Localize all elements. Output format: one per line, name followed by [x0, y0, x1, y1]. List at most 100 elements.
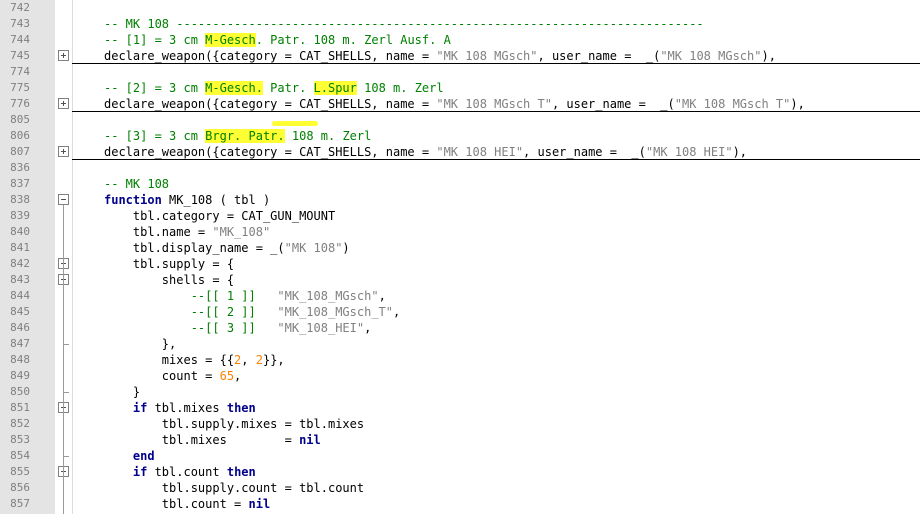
code-line[interactable]: 844 --[[ 1 ]] "MK_108_MGsch", — [0, 288, 920, 304]
code-token: tbl.category = CAT_GUN_MOUNT — [104, 209, 336, 223]
code-token: if — [132, 465, 148, 479]
code-token: "MK_108_MGsch" — [277, 289, 379, 303]
code-line[interactable]: 776 declare_weapon({category = CAT_SHELLS… — [0, 96, 920, 112]
code-token: tbl.count = — [104, 497, 249, 511]
line-number: 775 — [10, 81, 30, 94]
code-token: . Patr. 108 m. Zerl Ausf. A — [255, 33, 451, 47]
code-line[interactable]: 842 tbl.supply = { — [0, 256, 920, 272]
code-line[interactable]: 850 } — [0, 384, 920, 400]
fold-collapse-icon[interactable] — [58, 194, 69, 205]
code-line[interactable]: 848 mixes = {{2, 2}}, — [0, 352, 920, 368]
line-number: 836 — [10, 161, 30, 174]
code-token: ) — [342, 241, 350, 255]
code-editor[interactable]: 742 743 -- MK 108 ------------------------… — [0, 0, 920, 514]
code-token: , — [393, 305, 401, 319]
code-line[interactable]: 837 -- MK 108 — [0, 176, 920, 192]
fold-guide-line — [63, 205, 64, 514]
code-token: "MK 108 HEI" — [436, 145, 524, 159]
line-number: 848 — [10, 353, 30, 366]
code-text: tbl.count = nil — [104, 496, 270, 512]
code-line[interactable]: 805 — [0, 112, 920, 128]
line-number: 855 — [10, 465, 30, 478]
code-text: declare_weapon({category = CAT_SHELLS, n… — [104, 144, 747, 160]
code-line[interactable]: 854 end — [0, 448, 920, 464]
code-line[interactable]: 852 tbl.supply.mixes = tbl.mixes — [0, 416, 920, 432]
code-token: tbl.mixes = — [104, 433, 300, 447]
code-line[interactable]: 857 tbl.count = nil — [0, 496, 920, 512]
code-text: mixes = {{2, 2}}, — [104, 352, 285, 368]
code-line[interactable]: 847 }, — [0, 336, 920, 352]
fold-expand-icon[interactable] — [58, 146, 69, 157]
line-number: 807 — [10, 145, 30, 158]
fold-expand-icon[interactable] — [58, 50, 69, 61]
code-token: tbl.mixes — [147, 401, 227, 415]
code-line[interactable]: 742 — [0, 0, 920, 16]
code-line[interactable]: 807 declare_weapon({category = CAT_SHELLS… — [0, 144, 920, 160]
code-line[interactable]: 851 if tbl.mixes then — [0, 400, 920, 416]
code-text: --[[ 2 ]] "MK_108_MGsch_T", — [104, 304, 401, 320]
code-token: -- [1] = 3 cm — [104, 33, 206, 47]
code-line[interactable]: 849 count = 65, — [0, 368, 920, 384]
line-number: 843 — [10, 273, 30, 286]
fold-expand-icon[interactable] — [58, 98, 69, 109]
line-number: 857 — [10, 497, 30, 510]
code-line[interactable]: 775 -- [2] = 3 cm M-Gesch. Patr. L.Spur 1… — [0, 80, 920, 96]
code-token: then — [226, 465, 256, 479]
line-number: 743 — [10, 17, 30, 30]
code-line[interactable]: 774 — [0, 64, 920, 80]
code-text: --[[ 1 ]] "MK_108_MGsch", — [104, 288, 386, 304]
line-number: 805 — [10, 113, 30, 126]
code-token: 2 — [255, 353, 263, 367]
code-text: --[[ 3 ]] "MK_108_HEI", — [104, 320, 372, 336]
code-token: "MK_108" — [212, 225, 271, 239]
code-token: "MK_108_HEI" — [277, 321, 365, 335]
code-token: }, — [104, 337, 177, 351]
code-token: tbl.supply.count = tbl.count — [104, 481, 365, 495]
code-token: --[[ 3 ]] — [104, 321, 256, 335]
code-text: function MK_108 ( tbl ) — [104, 192, 270, 208]
code-line[interactable]: 845 --[[ 2 ]] "MK_108_MGsch_T", — [0, 304, 920, 320]
code-line[interactable]: 839 tbl.category = CAT_GUN_MOUNT — [0, 208, 920, 224]
code-token: } — [104, 385, 141, 399]
code-line[interactable]: 806 -- [3] = 3 cm Brgr. Patr. 108 m. Zerl — [0, 128, 920, 144]
code-line[interactable]: 744 -- [1] = 3 cm M-Gesch. Patr. 108 m. Z… — [0, 32, 920, 48]
code-token: "MK 108 MGsch T" — [674, 97, 791, 111]
code-token: nil — [299, 433, 321, 447]
code-text: tbl.supply.count = tbl.count — [104, 480, 364, 496]
code-text: count = 65, — [104, 368, 241, 384]
code-token: 65 — [219, 369, 235, 383]
line-number: 851 — [10, 401, 30, 414]
code-token: , user_name = _( — [523, 145, 646, 159]
code-text: }, — [104, 336, 176, 352]
code-line[interactable]: 853 tbl.mixes = nil — [0, 432, 920, 448]
code-text: if tbl.mixes then — [104, 400, 256, 416]
code-token: "MK 108 MGsch T" — [436, 97, 552, 111]
code-token: "MK_108_MGsch_T" — [277, 305, 393, 319]
code-line[interactable]: 856 tbl.supply.count = tbl.count — [0, 480, 920, 496]
code-token: -- MK 108 ------------------------------… — [104, 17, 704, 31]
code-line[interactable]: 843 shells = { — [0, 272, 920, 288]
code-line[interactable]: 855 if tbl.count then — [0, 464, 920, 480]
code-line[interactable]: 836 — [0, 160, 920, 176]
code-line[interactable]: 743 -- MK 108 ---------------------------… — [0, 16, 920, 32]
line-number: 847 — [10, 337, 30, 350]
code-line[interactable]: 840 tbl.name = "MK_108" — [0, 224, 920, 240]
code-token: Brgr. Patr. — [205, 129, 285, 143]
line-number: 852 — [10, 417, 30, 430]
code-line[interactable]: 846 --[[ 3 ]] "MK_108_HEI", — [0, 320, 920, 336]
fold-end-mark — [63, 456, 69, 457]
code-line[interactable]: 745 declare_weapon({category = CAT_SHELLS… — [0, 48, 920, 64]
code-token: tbl.count — [147, 465, 227, 479]
code-line[interactable]: 841 tbl.display_name = _("MK 108") — [0, 240, 920, 256]
code-token: function — [104, 193, 162, 207]
code-text: tbl.display_name = _("MK 108") — [104, 240, 350, 256]
line-number: 849 — [10, 369, 30, 382]
code-token: count = — [104, 369, 220, 383]
code-line[interactable]: 838 function MK_108 ( tbl ) — [0, 192, 920, 208]
code-token: tbl.supply = { — [104, 257, 235, 271]
line-number: 776 — [10, 97, 30, 110]
